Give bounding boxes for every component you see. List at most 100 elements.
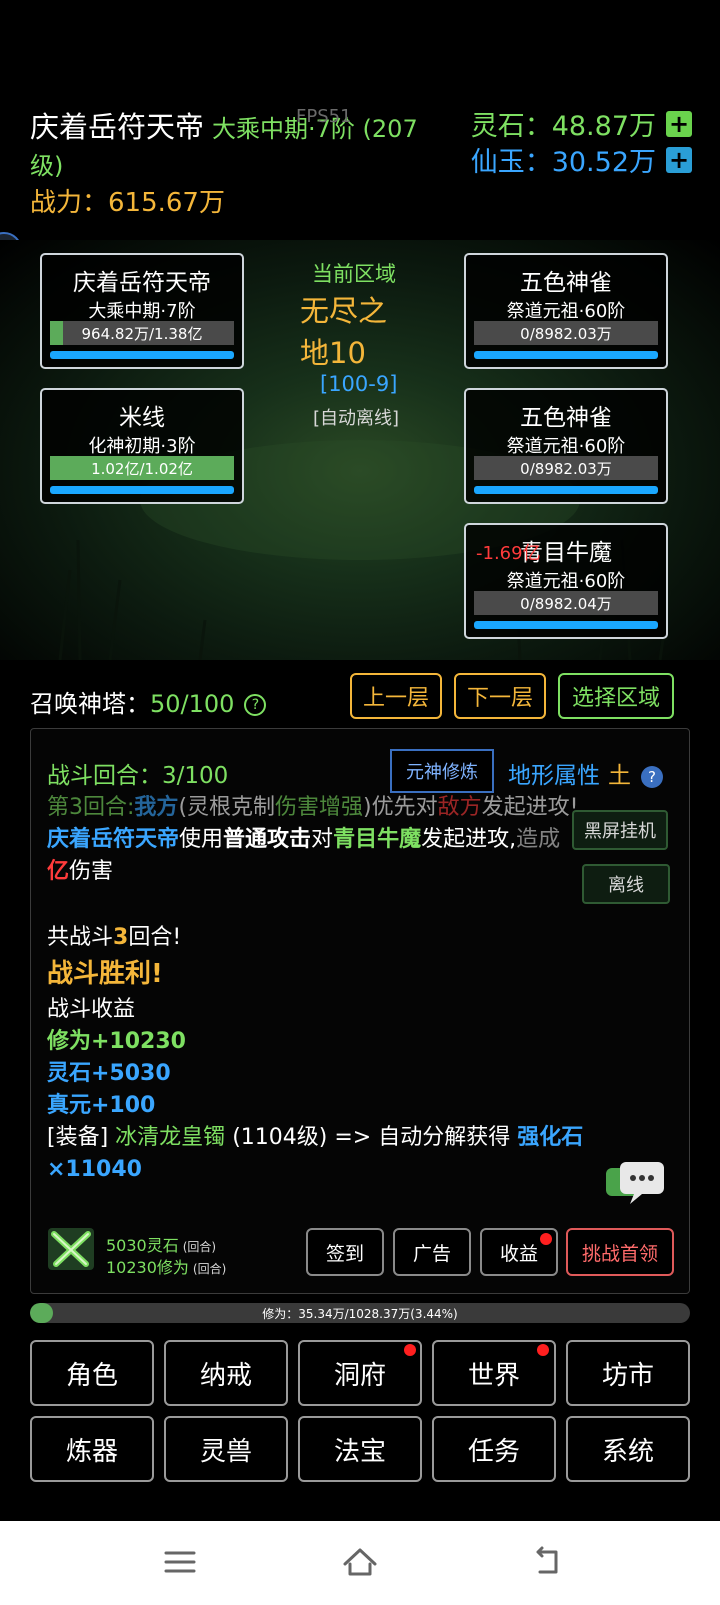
enemy-hp-bar: 0/8982.04万 — [474, 591, 658, 615]
terrain-label: 地形属性 — [508, 763, 600, 789]
cultivation-gain: 修为+10230 — [47, 1029, 186, 1054]
terrain-help-icon[interactable]: ? — [641, 765, 663, 788]
floor-up-button[interactable]: 上一层 — [350, 673, 442, 719]
enemy-card[interactable]: 五色神雀 祭道元祖·60阶 0/8982.03万 — [464, 253, 668, 369]
log-segment: 使用 — [179, 827, 224, 852]
zone-code: [100-9] — [320, 372, 398, 396]
fps-counter: FPS51 — [296, 106, 352, 127]
reward-cultivation-unit: (回合) — [192, 1262, 227, 1276]
ally-card[interactable]: 米线 化神初期·3阶 1.02亿/1.02亿 — [40, 388, 244, 504]
log-segment: 青目牛魔 — [333, 827, 422, 852]
enemy-name: 五色神雀 — [520, 405, 612, 431]
reward-stone-value: 5030灵石 — [106, 1236, 179, 1255]
log-line: 庆着岳符天帝使用普通攻击对青目牛魔发起进攻,造成 — [47, 824, 560, 856]
notification-dot — [540, 1233, 552, 1245]
enemy-mana-bar — [474, 621, 658, 629]
ally-name: 庆着岳符天帝 — [73, 270, 211, 296]
log-segment: 发起进攻, — [421, 827, 517, 852]
ally-hp-text: 964.82万/1.38亿 — [81, 325, 203, 343]
player-name: 庆着岳符天帝 — [30, 110, 205, 144]
nav-spirit-beast[interactable]: 灵兽 — [164, 1416, 288, 1482]
log-segment: 庆着岳符天帝 — [47, 827, 180, 852]
select-zone-button[interactable]: 选择区域 — [558, 673, 674, 719]
back-icon[interactable] — [528, 1542, 568, 1582]
log-segment: 伤害 — [69, 859, 114, 884]
zone-title: 当前区域 — [312, 262, 396, 286]
log-segment: 第3回合: — [47, 795, 135, 820]
victory-text: 战斗胜利! — [47, 959, 163, 989]
ally-hp-bar: 1.02亿/1.02亿 — [50, 456, 234, 480]
enemy-hp-bar: 0/8982.03万 — [474, 456, 658, 480]
challenge-boss-button[interactable]: 挑战首领 — [566, 1228, 674, 1276]
jade-row: 仙玉：30.52万 + — [471, 140, 692, 179]
log-segment: 冰清龙皇镯 — [115, 1125, 226, 1150]
jade-value: 仙玉：30.52万 — [470, 147, 656, 178]
spirit-stone-value: 灵石：48.87万 — [470, 111, 656, 142]
reward-stone: 5030灵石 (回合) — [106, 1232, 216, 1256]
spirit-training-button[interactable]: 元神修炼 — [390, 749, 494, 793]
notification-dot — [537, 1344, 549, 1356]
damage-popup: -1.69亿 — [476, 543, 541, 564]
black-screen-idle-button[interactable]: 黑屏挂机 — [572, 810, 668, 850]
log-segment: 对 — [311, 827, 334, 852]
enemy-card[interactable]: 五色神雀 祭道元祖·60阶 0/8982.03万 — [464, 388, 668, 504]
essence-gain: 真元+100 — [47, 1093, 156, 1118]
nav-system[interactable]: 系统 — [566, 1416, 690, 1482]
ally-realm: 大乘中期·7阶 — [88, 301, 196, 322]
ally-card[interactable]: 庆着岳符天帝 大乘中期·7阶 964.82万/1.38亿 — [40, 253, 244, 369]
reward-cultivation-value: 10230修为 — [106, 1258, 189, 1277]
enemy-name: 五色神雀 — [520, 270, 612, 296]
log-segment: 强化石 — [517, 1125, 584, 1150]
log-segment: )优先对 — [363, 795, 438, 820]
menu-icon[interactable] — [160, 1542, 200, 1582]
nav-quests[interactable]: 任务 — [432, 1416, 556, 1482]
enemy-card[interactable]: 青目牛魔 -1.69亿 祭道元祖·60阶 0/8982.04万 — [464, 523, 668, 639]
player-level-suffix: 级) — [30, 152, 64, 180]
zone-mode: [自动离线] — [313, 408, 400, 429]
log-segment: 发起进攻! — [481, 795, 579, 820]
player-name-title: 庆着岳符天帝 大乘中期·7阶 (207 — [30, 104, 418, 146]
combat-power: 战力：615.67万 — [30, 188, 225, 218]
equipment-qty: ×11040 — [47, 1157, 142, 1182]
stone-gain: 灵石+5030 — [47, 1061, 171, 1086]
log-segment: (灵根克制 — [178, 795, 276, 820]
zone-name: 无尽之地10 — [300, 294, 388, 370]
nav-storage-ring[interactable]: 纳戒 — [164, 1340, 288, 1406]
log-line: 共战斗3回合! — [47, 922, 181, 954]
home-icon[interactable] — [340, 1542, 380, 1582]
enemy-hp-text: 0/8982.03万 — [520, 325, 612, 343]
log-segment: 3 — [113, 925, 129, 950]
log-segment: [装备] — [47, 1125, 109, 1150]
enemy-realm: 祭道元祖·60阶 — [506, 436, 626, 457]
enemy-mana-bar — [474, 351, 658, 359]
ally-hp-bar: 964.82万/1.38亿 — [50, 321, 234, 345]
cultivation-progress-bar: 修为：35.34万/1028.37万(3.44%) — [30, 1303, 690, 1323]
log-segment: 回合! — [128, 925, 182, 950]
nav-forge[interactable]: 炼器 — [30, 1416, 154, 1482]
equipment-log: [装备] 冰清龙皇镯 (1104级) => 自动分解获得 强化石 — [47, 1122, 583, 1154]
checkin-button[interactable]: 签到 — [306, 1228, 384, 1276]
nav-character[interactable]: 角色 — [30, 1340, 154, 1406]
log-segment: 普通攻击 — [223, 827, 312, 852]
nav-treasure[interactable]: 法宝 — [298, 1416, 422, 1482]
terrain-attribute: 地形属性土? — [508, 756, 663, 790]
nav-market[interactable]: 坊市 — [566, 1340, 690, 1406]
ally-hp-text: 1.02亿/1.02亿 — [91, 460, 193, 478]
summon-tower-progress: 召唤神塔：50/100? — [30, 684, 267, 719]
add-spirit-stone-button[interactable]: + — [666, 110, 692, 137]
ally-name: 米线 — [119, 405, 165, 431]
chat-icon[interactable] — [604, 1160, 666, 1206]
help-icon[interactable]: ? — [244, 694, 267, 716]
crossed-swords-icon — [48, 1228, 94, 1270]
terrain-value: 土 — [608, 763, 631, 789]
enemy-realm: 祭道元祖·60阶 — [506, 301, 626, 322]
log-segment: 我方 — [134, 795, 179, 820]
ad-button[interactable]: 广告 — [393, 1228, 471, 1276]
log-segment: 共战斗 — [47, 925, 114, 950]
add-jade-button[interactable]: + — [666, 146, 692, 173]
offline-button[interactable]: 离线 — [582, 864, 670, 904]
log-segment: 造成 — [516, 827, 561, 852]
floor-down-button[interactable]: 下一层 — [454, 673, 546, 719]
reward-stone-unit: (回合) — [182, 1240, 217, 1254]
log-segment: 伤害增强 — [275, 795, 364, 820]
